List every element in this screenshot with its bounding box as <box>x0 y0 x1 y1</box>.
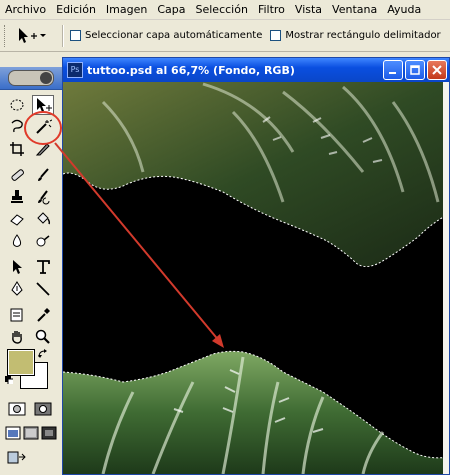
hand-icon <box>12 331 22 344</box>
marquee-tool[interactable] <box>6 95 28 115</box>
stamp-icon <box>11 190 23 203</box>
menu-filtro[interactable]: Filtro <box>253 0 290 19</box>
document-titlebar[interactable]: Ps tuttoo.psd al 66,7% (Fondo, RGB) <box>63 58 449 82</box>
paint-bucket-tool[interactable] <box>32 209 54 229</box>
document-title: tuttoo.psd al 66,7% (Fondo, RGB) <box>87 63 295 77</box>
line-tool[interactable] <box>32 279 54 299</box>
healing-brush-tool[interactable] <box>6 165 28 185</box>
move-tool-icon <box>19 27 46 43</box>
eyedropper-tool[interactable] <box>32 305 54 325</box>
menu-vista[interactable]: Vista <box>290 0 327 19</box>
standard-mode-button[interactable] <box>6 399 28 419</box>
brush-icon <box>38 168 49 181</box>
screen-mode-standard-icon <box>5 426 21 440</box>
eyedropper-icon <box>37 308 50 322</box>
menu-ventana[interactable]: Ventana <box>327 0 382 19</box>
quick-mask-mode-button[interactable] <box>32 399 54 419</box>
clone-stamp-tool[interactable] <box>6 187 28 207</box>
show-bounds-label: Mostrar rectángulo delimitador <box>285 30 441 41</box>
foreground-color-swatch[interactable] <box>7 349 35 376</box>
hand-tool[interactable] <box>6 327 28 347</box>
menu-bar: Archivo Edición Imagen Capa Selección Fi… <box>0 0 450 20</box>
pen-tool[interactable] <box>6 279 28 299</box>
lasso-tool[interactable] <box>6 117 28 137</box>
vertical-scrollbar[interactable] <box>443 82 449 474</box>
maximize-icon <box>410 65 420 75</box>
close-button[interactable] <box>427 60 447 80</box>
tool-preset-picker[interactable] <box>16 25 56 47</box>
maximize-button[interactable] <box>405 60 425 80</box>
options-bar: Seleccionar capa automáticamente Mostrar… <box>0 20 450 52</box>
eraser-tool[interactable] <box>6 209 28 229</box>
magnifier-icon <box>35 329 50 344</box>
toolbox-header[interactable] <box>0 67 62 90</box>
blur-tool[interactable] <box>6 231 28 251</box>
lasso-icon <box>11 119 23 133</box>
swap-colors-icon[interactable] <box>37 348 49 360</box>
note-icon <box>10 308 23 322</box>
toolbox <box>0 67 63 475</box>
menu-ayuda[interactable]: Ayuda <box>382 0 426 19</box>
window-controls <box>381 60 447 80</box>
menu-edicion[interactable]: Edición <box>51 0 101 19</box>
auto-select-layer-checkbox[interactable]: Seleccionar capa automáticamente <box>70 30 262 41</box>
close-icon <box>432 65 442 75</box>
path-selection-tool[interactable] <box>6 257 28 277</box>
menu-archivo[interactable]: Archivo <box>0 0 51 19</box>
eraser-icon <box>10 214 24 226</box>
zoom-tool[interactable] <box>32 327 54 347</box>
show-bounding-box-checkbox[interactable]: Mostrar rectángulo delimitador <box>270 30 441 41</box>
image-canvas[interactable] <box>63 82 449 474</box>
jump-to-imageready-button[interactable] <box>6 447 28 467</box>
screen-mode-menu-icon <box>23 426 39 440</box>
menu-capa[interactable]: Capa <box>152 0 190 19</box>
brush-tool[interactable] <box>32 165 54 185</box>
adobe-online-logo[interactable] <box>8 70 54 86</box>
crop-tool[interactable] <box>6 139 28 159</box>
line-icon <box>36 282 50 296</box>
menu-imagen[interactable]: Imagen <box>101 0 152 19</box>
type-t-icon <box>37 260 50 274</box>
move-tool[interactable] <box>32 95 54 115</box>
move-arrow-icon <box>37 98 52 112</box>
blur-drop-icon <box>12 234 22 247</box>
paint-bucket-icon <box>37 212 51 225</box>
magic-wand-tool[interactable] <box>32 117 54 137</box>
history-brush-tool[interactable] <box>32 187 54 207</box>
magic-wand-icon <box>36 119 52 134</box>
minimize-button[interactable] <box>383 60 403 80</box>
type-tool[interactable] <box>32 257 54 277</box>
marquee-icon <box>10 99 24 111</box>
dodge-icon <box>36 235 50 247</box>
options-separator <box>62 24 64 47</box>
path-select-arrow-icon <box>13 260 22 274</box>
standard-mode-icon <box>8 402 26 416</box>
menu-seleccion[interactable]: Selección <box>191 0 253 19</box>
document-window: Ps tuttoo.psd al 66,7% (Fondo, RGB) <box>62 57 450 475</box>
default-colors-icon[interactable] <box>5 376 13 384</box>
imageready-icon <box>7 451 26 464</box>
notes-tool[interactable] <box>6 305 28 325</box>
photoshop-document-icon: Ps <box>67 62 83 78</box>
minimize-icon <box>389 72 396 74</box>
quick-mask-icon <box>34 402 52 416</box>
auto-select-checkbox-box[interactable] <box>70 30 81 41</box>
crop-icon <box>10 142 24 156</box>
options-bar-grip[interactable] <box>4 24 8 47</box>
dodge-tool[interactable] <box>32 231 54 251</box>
auto-select-label: Seleccionar capa automáticamente <box>85 30 263 41</box>
pen-nib-icon <box>11 281 23 296</box>
slice-icon <box>35 143 50 156</box>
history-brush-icon <box>38 190 50 205</box>
bandage-icon <box>11 169 24 181</box>
screen-mode-full-icon <box>41 426 57 440</box>
full-screen-mode-button[interactable] <box>38 423 60 443</box>
show-bounds-checkbox-box[interactable] <box>270 30 282 41</box>
slice-tool[interactable] <box>32 139 54 159</box>
